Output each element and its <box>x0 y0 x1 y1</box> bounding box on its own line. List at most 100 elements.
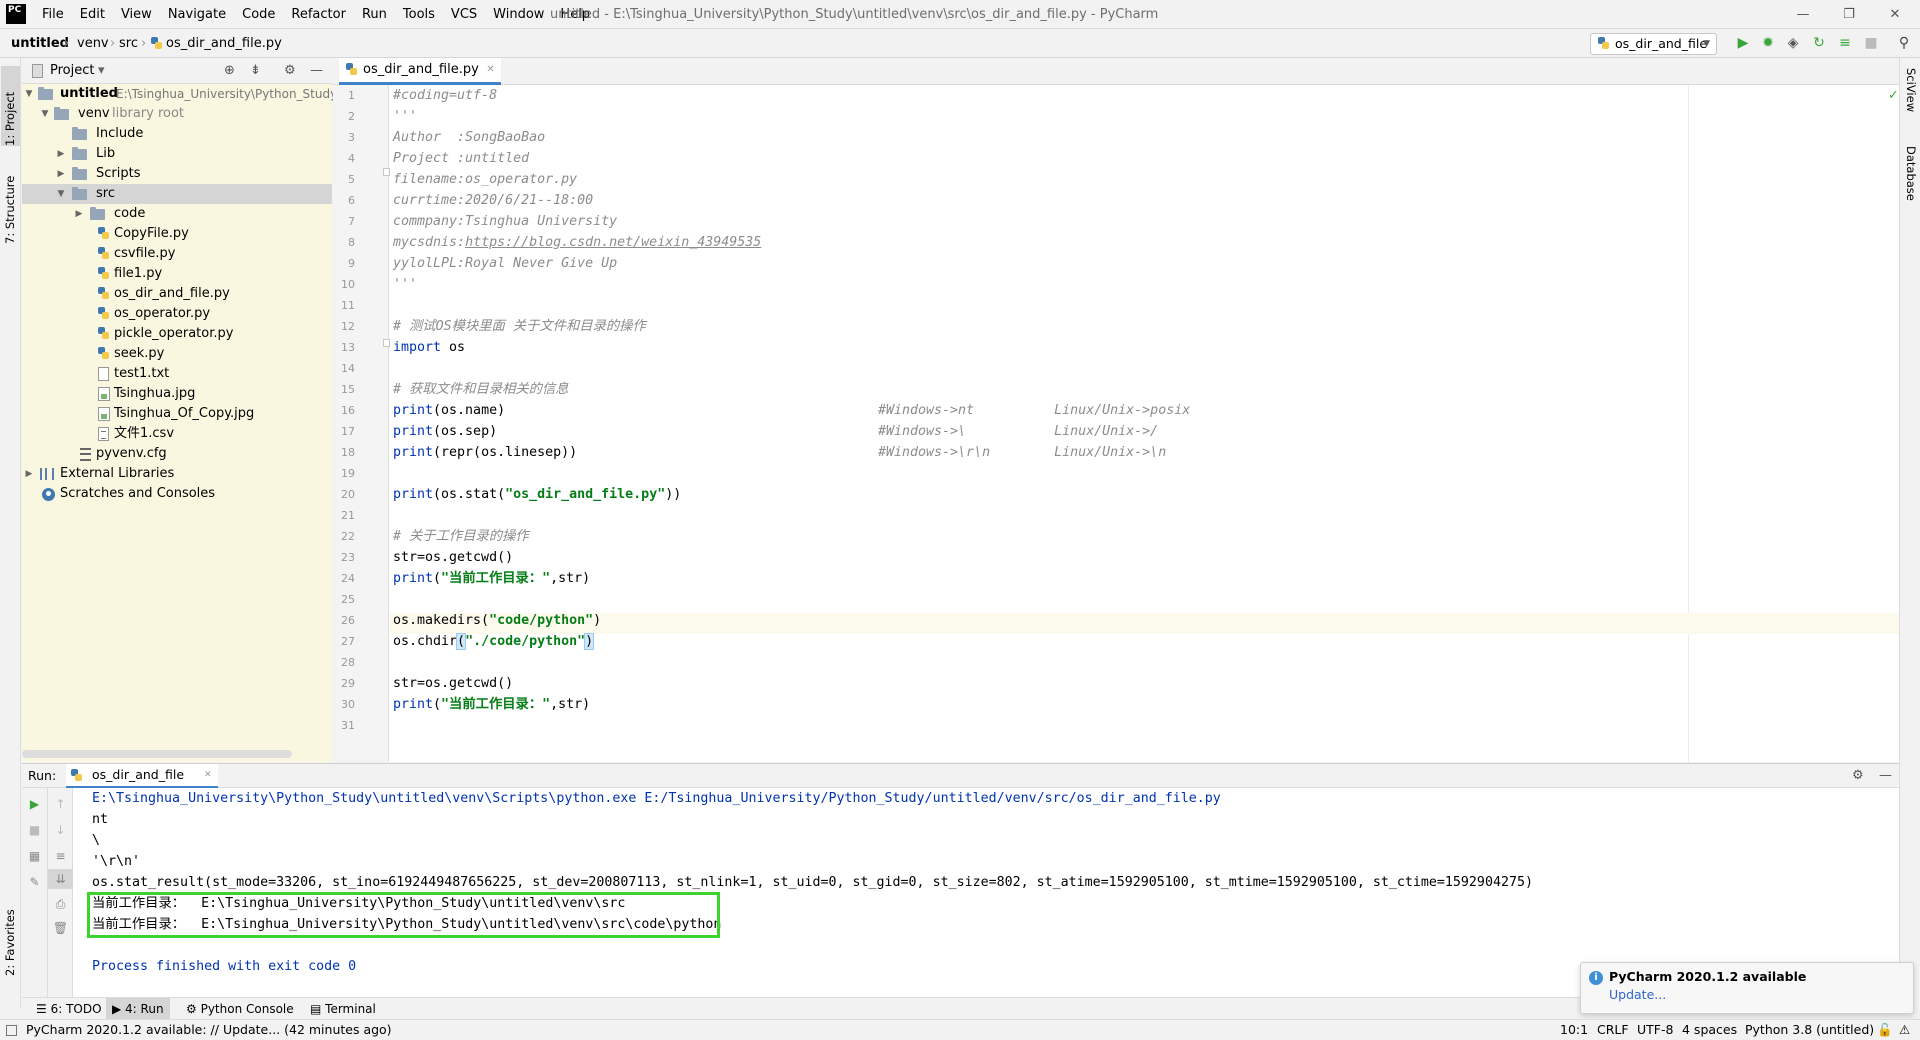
code-line[interactable]: print(os.sep) <box>393 421 497 442</box>
code-line[interactable]: ''' <box>393 106 417 127</box>
indent-setting[interactable]: 4 spaces <box>1682 1020 1737 1040</box>
status-message[interactable]: PyCharm 2020.1.2 available: // Update...… <box>26 1020 392 1040</box>
tree-item-os-dir-and-file[interactable]: os_dir_and_file.py <box>22 284 332 304</box>
tree-item-code[interactable]: ▶ code <box>22 204 332 224</box>
lock-icon[interactable]: 🔓 <box>1877 1020 1893 1040</box>
hide-panel-icon[interactable]: — <box>310 58 323 84</box>
tree-item-file1[interactable]: file1.py <box>22 264 332 284</box>
breadcrumb-project[interactable]: untitled <box>11 30 69 58</box>
minimize-button[interactable]: — <box>1780 0 1826 29</box>
code-line[interactable]: mycsdnis:https://blog.csdn.net/weixin_43… <box>393 232 761 253</box>
caret-position[interactable]: 10:1 <box>1560 1020 1588 1040</box>
fold-marker-icon[interactable] <box>383 339 390 347</box>
line-separator[interactable]: CRLF <box>1597 1020 1629 1040</box>
project-view-label[interactable]: Project <box>50 58 94 84</box>
code-line[interactable]: filename:os_operator.py <box>393 169 577 190</box>
menu-vcs[interactable]: VCS <box>443 0 485 29</box>
python-interpreter[interactable]: Python 3.8 (untitled) <box>1745 1020 1874 1040</box>
menu-tools[interactable]: Tools <box>395 0 443 29</box>
menu-code[interactable]: Code <box>234 0 283 29</box>
code-line[interactable]: print("当前工作目录：",str) <box>393 694 590 715</box>
run-tab[interactable]: os_dir_and_file ✕ <box>66 764 218 788</box>
update-link[interactable]: Update... <box>1609 987 1666 1002</box>
breadcrumb-venv[interactable]: venv <box>77 30 109 58</box>
close-icon[interactable]: ✕ <box>486 58 494 82</box>
tree-item-pickle-operator[interactable]: pickle_operator.py <box>22 324 332 344</box>
menu-view[interactable]: View <box>113 0 160 29</box>
code-line[interactable]: # 测试OS模块里面 关于文件和目录的操作 <box>393 316 646 337</box>
breadcrumb-src[interactable]: src <box>119 30 138 58</box>
gear-icon[interactable]: ⚙ <box>284 58 296 84</box>
code-line[interactable]: yylolLPL:Royal Never Give Up <box>393 253 617 274</box>
tree-item-include[interactable]: Include <box>22 124 332 144</box>
collapsed-arrow-icon[interactable]: ▶ <box>56 144 66 164</box>
profile-icon[interactable]: ↻ <box>1810 34 1828 52</box>
arrow-down-icon[interactable]: ↓ <box>48 820 73 840</box>
trash-icon[interactable]: 🗑 <box>48 918 73 938</box>
stop-icon[interactable]: ■ <box>1862 34 1880 52</box>
code-line[interactable]: print(os.name) <box>393 400 505 421</box>
code-line[interactable]: #coding=utf-8 <box>393 85 497 106</box>
maximize-button[interactable]: ❐ <box>1826 0 1872 29</box>
expanded-arrow-icon[interactable]: ▼ <box>40 104 50 124</box>
breadcrumb-file[interactable]: os_dir_and_file.py <box>166 30 282 58</box>
tree-item-scratches[interactable]: Scratches and Consoles <box>22 484 332 504</box>
layout-icon[interactable]: ▦ <box>22 846 47 866</box>
close-icon[interactable]: ✕ <box>204 764 212 786</box>
tree-item-scripts[interactable]: ▶ Scripts <box>22 164 332 184</box>
tree-item-os-operator[interactable]: os_operator.py <box>22 304 332 324</box>
code-line[interactable]: import os <box>393 337 465 358</box>
code-line[interactable]: currtime:2020/6/21--18:00 <box>393 190 593 211</box>
gear-icon[interactable]: ⚙ <box>1852 764 1864 788</box>
menu-run[interactable]: Run <box>354 0 395 29</box>
rerun-icon[interactable]: ▶ <box>22 794 47 814</box>
tool-tab-run[interactable]: ▶ 4: Run <box>106 998 170 1020</box>
chevron-down-icon[interactable]: ▾ <box>98 58 105 84</box>
tree-item-lib[interactable]: ▶ Lib <box>22 144 332 164</box>
code-line[interactable]: Author :SongBaoBao <box>393 127 545 148</box>
tree-item-pyvenv-cfg[interactable]: pyvenv.cfg <box>22 444 332 464</box>
locate-icon[interactable]: ⊕ <box>224 58 235 84</box>
collapsed-arrow-icon[interactable]: ▶ <box>56 164 66 184</box>
stop-icon[interactable]: ■ <box>22 820 47 840</box>
tool-tab-project[interactable]: 1: Project <box>1 66 20 146</box>
code-line[interactable]: ''' <box>393 274 417 295</box>
code-line[interactable]: print(repr(os.linesep)) <box>393 442 577 463</box>
menu-window[interactable]: Window <box>485 0 552 29</box>
close-button[interactable]: ✕ <box>1872 0 1918 29</box>
fold-marker-icon[interactable] <box>383 168 390 176</box>
tree-item-untitled[interactable]: ▼ untitled E:\Tsinghua_University\Python… <box>22 84 342 104</box>
scroll-to-end-icon[interactable]: ⇊ <box>48 869 73 889</box>
code-link[interactable]: https://blog.csdn.net/weixin_43949535 <box>465 235 761 250</box>
tree-item-src[interactable]: ▼ src <box>22 184 332 204</box>
expanded-arrow-icon[interactable]: ▼ <box>24 84 34 104</box>
search-icon[interactable]: ⚲ <box>1895 34 1913 52</box>
collapsed-arrow-icon[interactable]: ▶ <box>74 204 84 224</box>
print-icon[interactable]: ⎙ <box>48 894 73 914</box>
tool-tab-structure[interactable]: 7: Structure <box>1 154 20 244</box>
menu-refactor[interactable]: Refactor <box>283 0 354 29</box>
file-encoding[interactable]: UTF-8 <box>1637 1020 1673 1040</box>
code-line[interactable]: os.chdir("./code/python") <box>393 631 595 652</box>
tool-tab-database[interactable]: Database <box>1901 146 1920 218</box>
tree-item-copyfile[interactable]: CopyFile.py <box>22 224 332 244</box>
tree-item-venv[interactable]: ▼ venv library root <box>22 104 332 124</box>
tree-item-tsinghua-jpg[interactable]: Tsinghua.jpg <box>22 384 332 404</box>
tool-tab-python-console[interactable]: ⚙ Python Console <box>180 998 300 1020</box>
soft-wrap-icon[interactable]: ≡ <box>48 846 73 866</box>
tree-item-seek[interactable]: seek.py <box>22 344 332 364</box>
tab-os-dir-and-file[interactable]: os_dir_and_file.py ✕ <box>339 58 501 85</box>
collapse-all-icon[interactable]: ⇟ <box>250 58 261 84</box>
tree-item-tsinghua-of-copy-jpg[interactable]: Tsinghua_Of_Copy.jpg <box>22 404 332 424</box>
toggle-tool-windows-icon[interactable] <box>6 1025 17 1036</box>
code-line[interactable]: print("当前工作目录：",str) <box>393 568 590 589</box>
code-line[interactable]: str=os.getcwd() <box>393 547 513 568</box>
run-icon[interactable]: ▶ <box>1734 34 1752 52</box>
run-configuration-select[interactable]: os_dir_and_file ▼ <box>1590 33 1717 55</box>
tree-item-external-libraries[interactable]: ▶ External Libraries <box>22 464 332 484</box>
expanded-arrow-icon[interactable]: ▼ <box>56 184 66 204</box>
minimize-panel-icon[interactable]: — <box>1879 764 1892 788</box>
code-line[interactable]: Project :untitled <box>393 148 529 169</box>
code-line[interactable]: str=os.getcwd() <box>393 673 513 694</box>
code-line[interactable]: # 关于工作目录的操作 <box>393 526 529 547</box>
